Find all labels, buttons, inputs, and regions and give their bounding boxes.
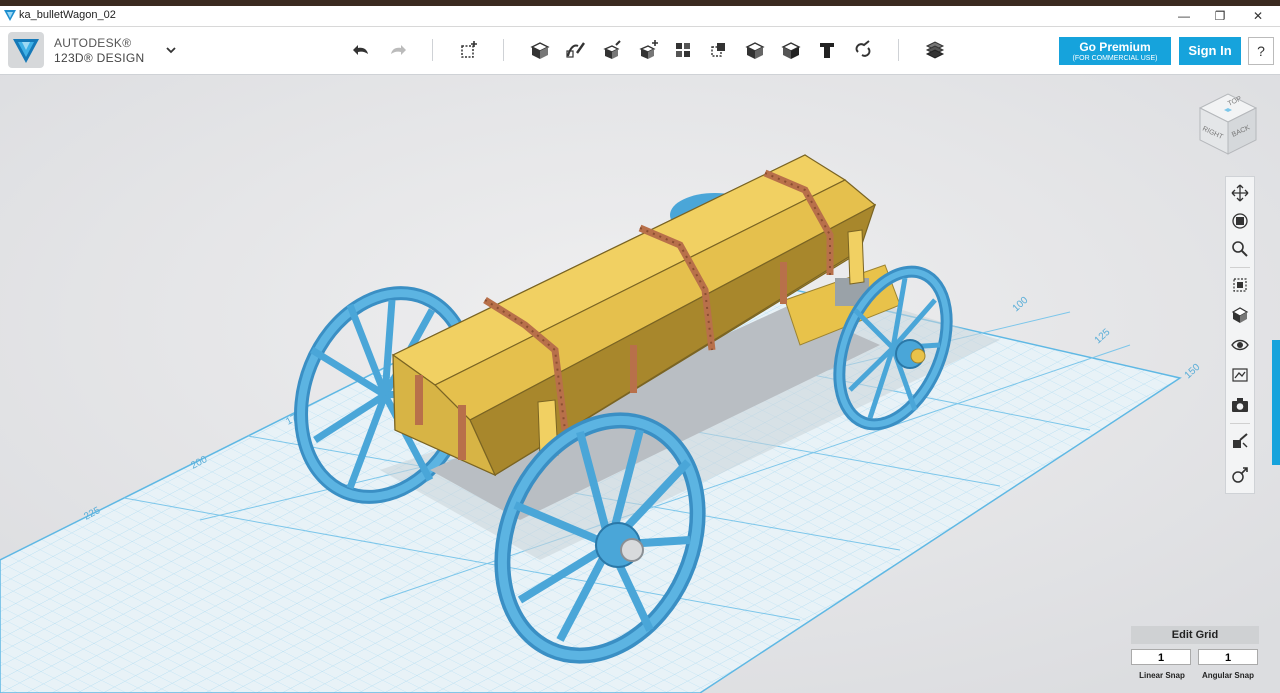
- chevron-down-icon[interactable]: [164, 43, 178, 57]
- go-premium-button[interactable]: Go Premium (FOR COMMERCIAL USE): [1059, 37, 1171, 65]
- orbit-icon[interactable]: [1230, 211, 1250, 231]
- views-icon[interactable]: [1230, 305, 1250, 325]
- toolbar-divider: [503, 39, 504, 61]
- window-title: ka_bulletWagon_02: [19, 9, 116, 21]
- construct-icon[interactable]: [564, 38, 588, 62]
- rear-post: [847, 229, 865, 285]
- zoom-icon[interactable]: [1230, 239, 1250, 259]
- app-icon: [4, 10, 16, 21]
- go-premium-label: Go Premium: [1079, 40, 1151, 54]
- edit-grid-button[interactable]: Edit Grid: [1131, 626, 1259, 644]
- snap-icon[interactable]: [851, 38, 875, 62]
- maximize-button[interactable]: ❐: [1200, 6, 1240, 26]
- toolbar-divider: [432, 39, 433, 61]
- pan-icon[interactable]: [1230, 183, 1250, 203]
- modify-icon[interactable]: [600, 38, 624, 62]
- text-icon[interactable]: [815, 38, 839, 62]
- primitives-icon[interactable]: [457, 38, 481, 62]
- main-toolbar: AUTODESK® 123D® DESIGN Go Premium (FOR C…: [0, 27, 1280, 75]
- settings-tool-icon[interactable]: [1230, 465, 1250, 485]
- minimize-button[interactable]: —: [1164, 6, 1204, 26]
- go-premium-sublabel: (FOR COMMERCIAL USE): [1072, 55, 1158, 62]
- edit-grid-panel: Edit Grid 1 1 Linear Snap Angular Snap: [1131, 626, 1259, 684]
- material-view-icon[interactable]: [1230, 365, 1250, 385]
- title-bar: ka_bulletWagon_02 — ❐ ✕: [0, 6, 1280, 27]
- grouping-icon[interactable]: [671, 38, 695, 62]
- help-button[interactable]: ?: [1248, 37, 1274, 65]
- sketch-icon[interactable]: [528, 38, 552, 62]
- view-cube[interactable]: TOP RIGHT BACK: [1196, 88, 1260, 158]
- measure-icon[interactable]: [743, 38, 767, 62]
- fit-icon[interactable]: [1230, 275, 1250, 295]
- undo-icon[interactable]: [350, 38, 374, 62]
- nav-divider: [1230, 267, 1250, 268]
- visibility-icon[interactable]: [1230, 335, 1250, 355]
- app-logo-icon: [8, 32, 44, 68]
- navigation-bar: [1225, 176, 1255, 494]
- 3d-viewport[interactable]: 100 125 150 175 200 225: [0, 75, 1280, 693]
- angular-snap-input[interactable]: 1: [1198, 649, 1258, 665]
- brand-line-1: AUTODESK®: [54, 36, 132, 50]
- screenshot-icon[interactable]: [1230, 395, 1250, 415]
- pattern-icon[interactable]: [636, 38, 660, 62]
- combine-icon[interactable]: [707, 38, 731, 62]
- snap-tool-icon[interactable]: [1230, 431, 1250, 451]
- redo-icon[interactable]: [385, 38, 409, 62]
- toolbar-divider: [898, 39, 899, 61]
- angular-snap-label: Angular Snap: [1201, 671, 1254, 680]
- sign-in-button[interactable]: Sign In: [1179, 37, 1241, 65]
- side-panel-tab[interactable]: [1272, 340, 1280, 465]
- linear-snap-input[interactable]: 1: [1131, 649, 1191, 665]
- material-icon[interactable]: [923, 38, 947, 62]
- brand-line-2: 123D® DESIGN: [54, 51, 145, 65]
- linear-snap-label: Linear Snap: [1139, 671, 1185, 680]
- close-button[interactable]: ✕: [1238, 6, 1278, 26]
- nav-divider: [1230, 423, 1250, 424]
- cube-select-icon[interactable]: [779, 38, 803, 62]
